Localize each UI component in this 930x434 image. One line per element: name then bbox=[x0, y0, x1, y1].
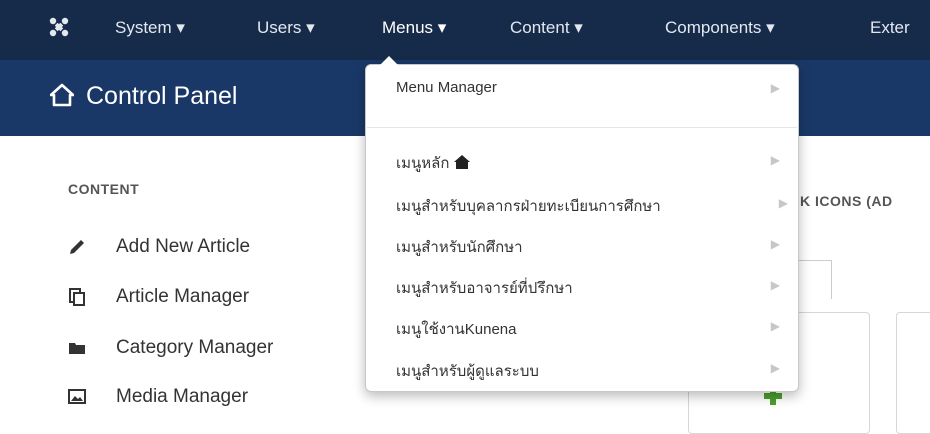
sidebar-item-add-new-article[interactable]: Add New Article bbox=[68, 236, 368, 264]
sidebar-item-article-manager[interactable]: Article Manager bbox=[68, 286, 368, 314]
nav-menus[interactable]: Menus ▾ bbox=[382, 18, 446, 38]
nav-extensions[interactable]: Exter bbox=[870, 18, 910, 38]
menu-item-label: เมนูสำหรับบุคลากรฝ่ายทะเบียนการศึกษา bbox=[396, 198, 661, 215]
page-title: Control Panel bbox=[86, 82, 238, 110]
nav-content[interactable]: Content ▾ bbox=[510, 18, 583, 38]
top-navbar: System ▾ Users ▾ Menus ▾ Content ▾ Compo… bbox=[0, 0, 930, 60]
sidebar-heading: CONTENT bbox=[68, 181, 140, 197]
image-icon bbox=[68, 389, 86, 404]
chevron-right-icon: ▶ bbox=[770, 361, 780, 375]
chevron-right-icon: ▶ bbox=[770, 153, 780, 167]
chevron-right-icon: ▶ bbox=[770, 278, 780, 292]
nav-system[interactable]: System ▾ bbox=[115, 18, 185, 38]
home-icon bbox=[50, 83, 74, 107]
chevron-right-icon: ▶ bbox=[770, 237, 780, 251]
home-icon bbox=[453, 155, 470, 169]
menu-item-label: เมนูสำหรับนักศึกษา bbox=[396, 239, 523, 256]
menu-item-administrators[interactable]: เมนูสำหรับผู้ดูแลระบบ ▶ bbox=[366, 355, 798, 383]
sidebar-item-label: Article Manager bbox=[116, 286, 250, 307]
folder-icon bbox=[69, 343, 85, 354]
dropdown-divider bbox=[367, 127, 797, 128]
background-watermark bbox=[0, 0, 930, 16]
menu-item-advisors[interactable]: เมนูสำหรับอาจารย์ที่ปรึกษา ▶ bbox=[366, 272, 798, 300]
sidebar-item-label: Add New Article bbox=[116, 236, 251, 257]
dropdown-caret bbox=[380, 56, 398, 65]
quick-icon-card[interactable] bbox=[896, 312, 930, 434]
menu-item-students[interactable]: เมนูสำหรับนักศึกษา ▶ bbox=[366, 231, 798, 259]
menu-item-label: เมนูหลัก bbox=[396, 151, 470, 175]
menu-item-main-menu[interactable]: เมนูหลัก ▶ bbox=[366, 147, 798, 175]
nav-components[interactable]: Components ▾ bbox=[665, 18, 775, 38]
sidebar-item-label: Category Manager bbox=[116, 337, 274, 358]
menu-item-label: เมนูสำหรับอาจารย์ที่ปรึกษา bbox=[396, 280, 573, 297]
menu-item-label: เมนูใช้งานKunena bbox=[396, 321, 517, 338]
menu-item-label: Menu Manager bbox=[396, 79, 497, 96]
pencil-icon bbox=[70, 240, 84, 254]
menus-dropdown: Menu Manager ▶ เมนูหลัก ▶ เมนูสำหรับบุคล… bbox=[365, 56, 799, 392]
menu-item-menu-manager[interactable]: Menu Manager ▶ bbox=[366, 75, 798, 103]
sidebar-item-media-manager[interactable]: Media Manager bbox=[68, 386, 368, 414]
chevron-right-icon: ▶ bbox=[770, 81, 780, 95]
copy-icon bbox=[69, 288, 85, 306]
menu-item-label: เมนูสำหรับผู้ดูแลระบบ bbox=[396, 363, 539, 380]
chevron-right-icon: ▶ bbox=[770, 319, 780, 333]
sidebar-item-category-manager[interactable]: Category Manager bbox=[68, 337, 368, 365]
nav-users[interactable]: Users ▾ bbox=[257, 18, 315, 38]
menu-item-registrar-staff[interactable]: เมนูสำหรับบุคลากรฝ่ายทะเบียนการศึกษา ▶ bbox=[366, 190, 798, 218]
quick-icons-heading: K ICONS (AD bbox=[800, 193, 893, 209]
joomla-logo-icon[interactable] bbox=[48, 16, 70, 38]
menu-item-kunena[interactable]: เมนูใช้งานKunena ▶ bbox=[366, 313, 798, 341]
chevron-right-icon: ▶ bbox=[778, 196, 788, 210]
